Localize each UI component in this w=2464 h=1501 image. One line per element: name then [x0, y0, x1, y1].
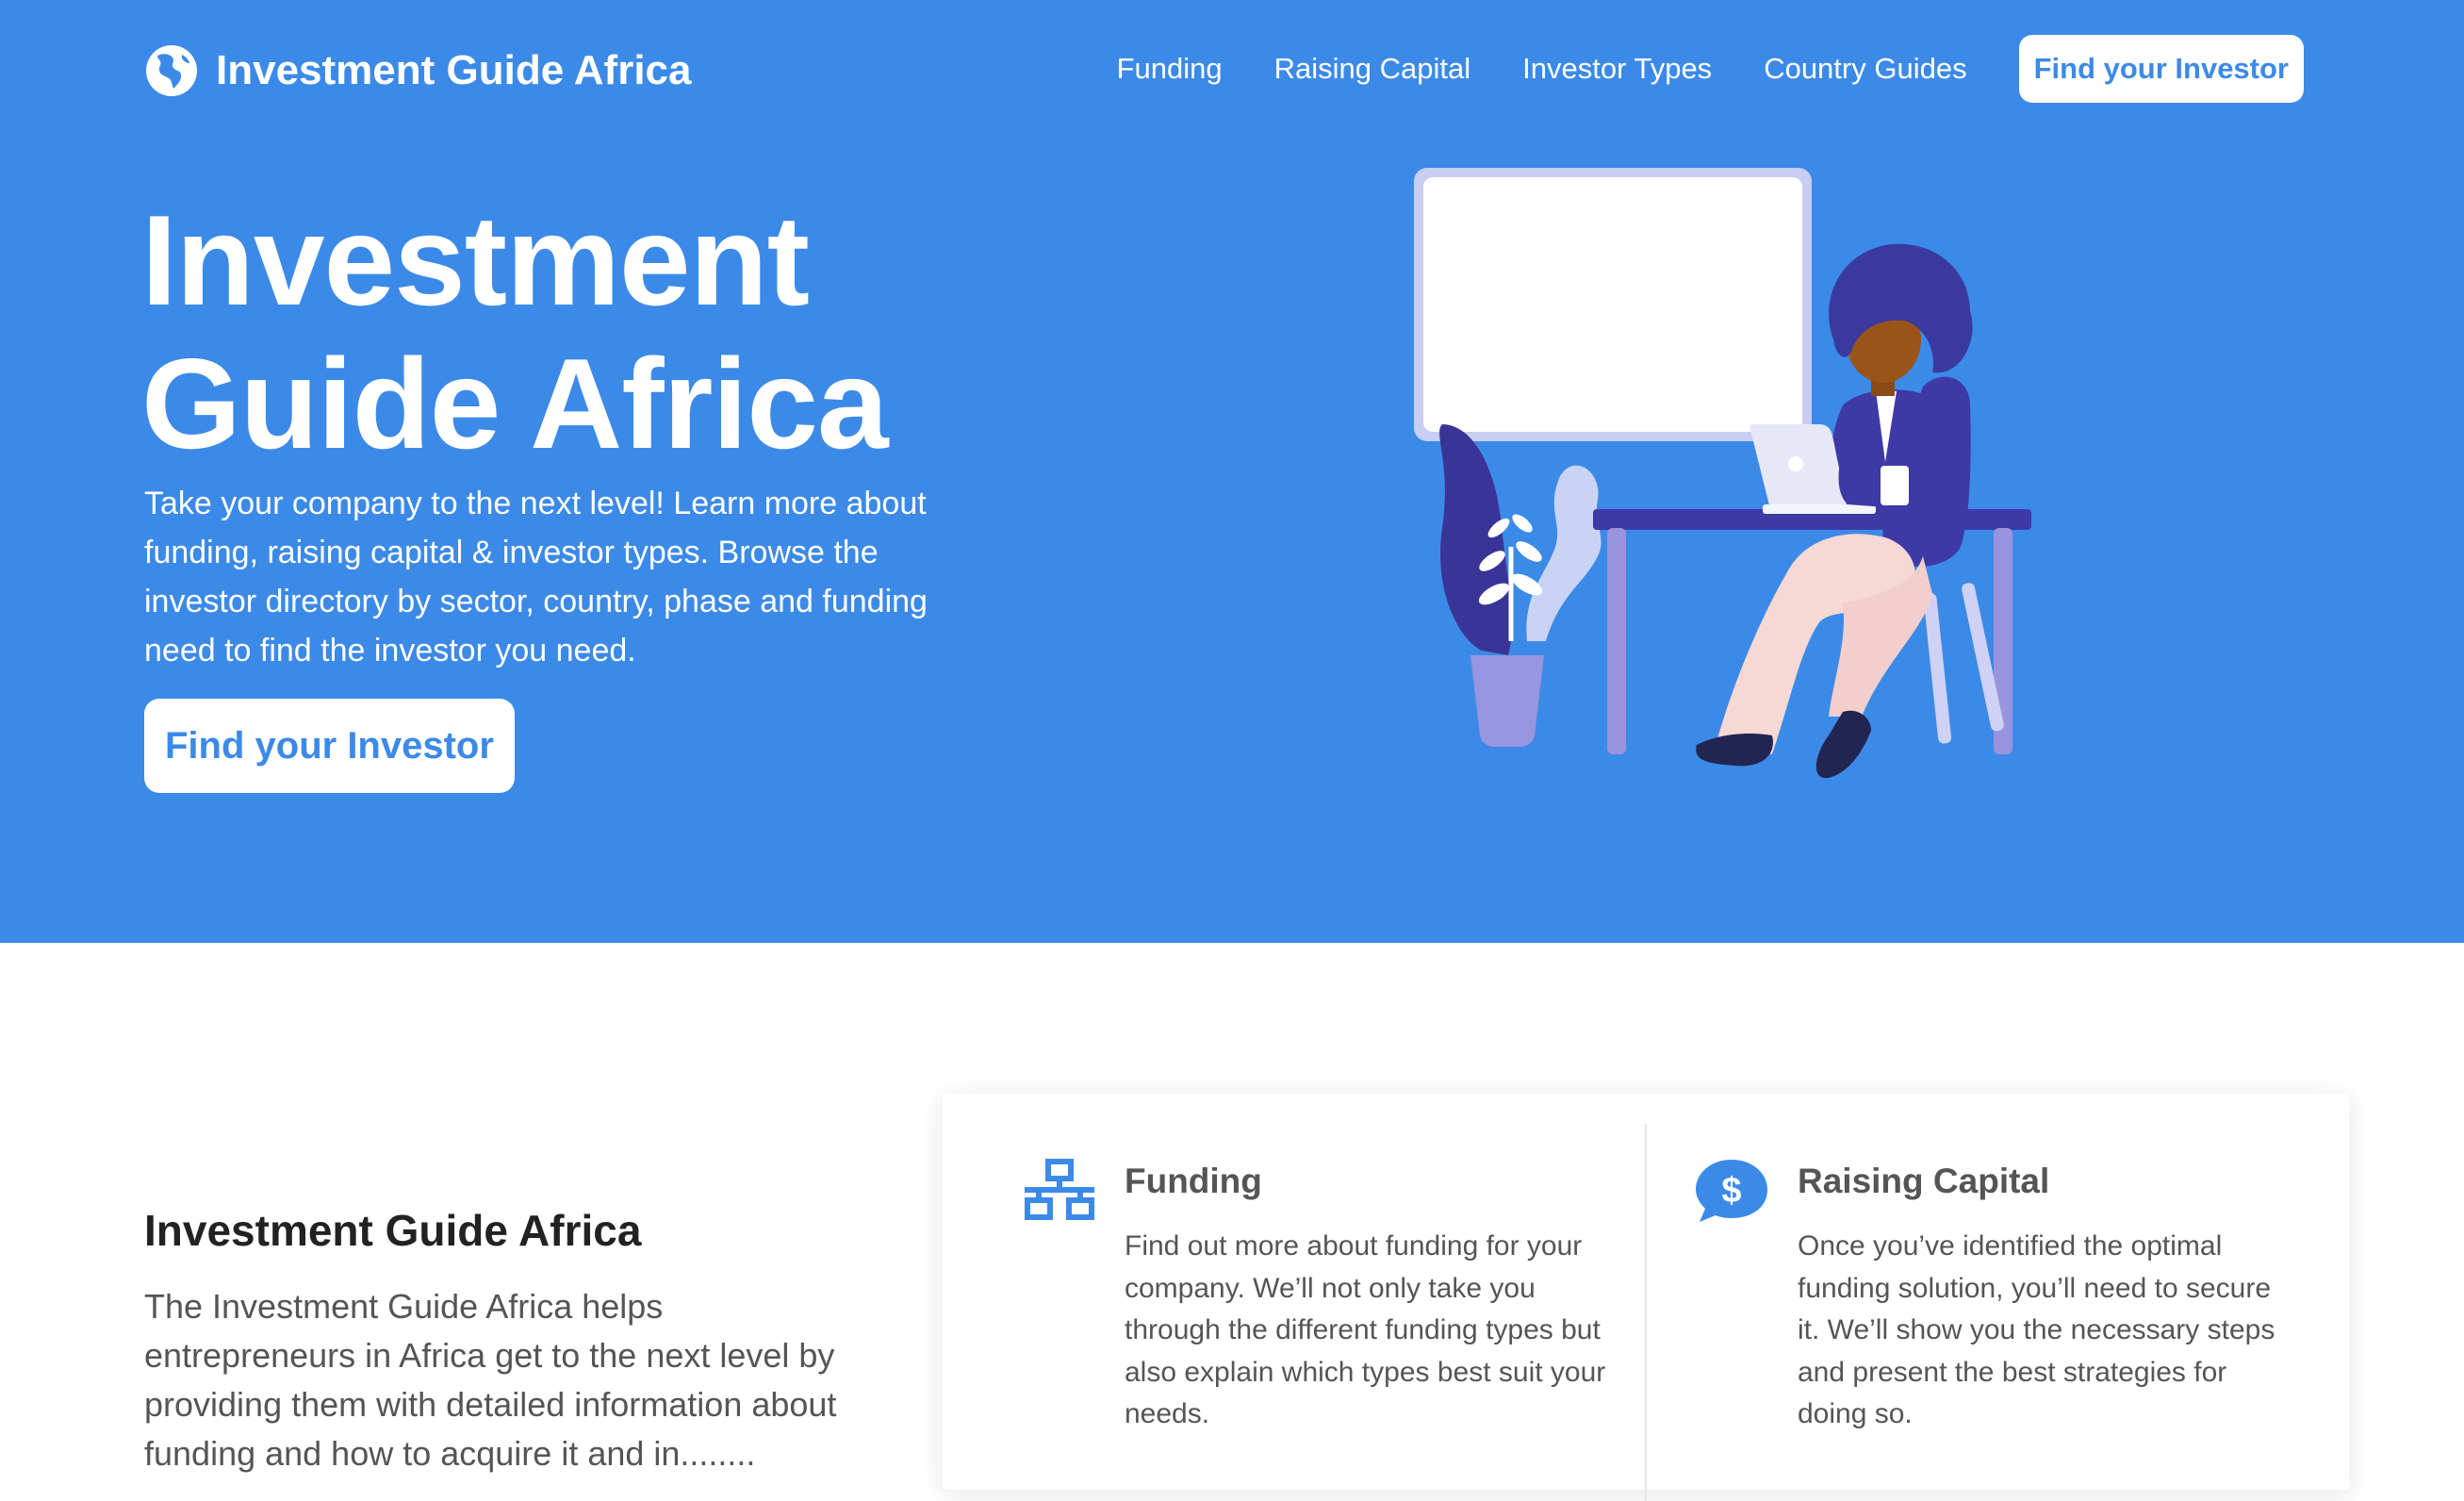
card-text-raising-capital: Once you’ve identified the optimal fundi…: [1798, 1230, 2275, 1429]
card-title-raising-capital: Raising Capital: [1798, 1162, 2050, 1200]
dollar-speech-bubble-icon: $: [1696, 1160, 1767, 1222]
hero-title: Investment Guide Africa: [141, 189, 889, 475]
intro-text: The Investment Guide Africa helps entrep…: [144, 1287, 837, 1473]
site-logo[interactable]: Investment Guide Africa: [144, 42, 692, 99]
intro-title: Investment Guide Africa: [144, 1206, 642, 1255]
card-divider: [1645, 1124, 1647, 1501]
hero-subtitle: Take your company to the next level! Lea…: [144, 486, 928, 668]
main-nav: Funding Raising Capital Investor Types C…: [1065, 35, 2304, 103]
hero-section: Investment Guide Africa Funding Raising …: [0, 0, 2464, 943]
nav-find-investor-button[interactable]: Find your Investor: [2018, 35, 2304, 103]
woman-at-desk-illustration: [1414, 168, 2031, 779]
nav-item-investor-types[interactable]: Investor Types: [1522, 52, 1712, 86]
globe-africa-icon: [146, 45, 197, 96]
network-sitemap-icon: [1025, 1159, 1094, 1220]
nav-item-country-guides[interactable]: Country Guides: [1764, 52, 1966, 86]
nav-item-funding[interactable]: Funding: [1117, 52, 1223, 86]
hero-find-investor-button[interactable]: Find your Investor: [144, 699, 515, 793]
nav-item-raising-capital[interactable]: Raising Capital: [1274, 52, 1471, 86]
card-title-funding: Funding: [1125, 1162, 1262, 1200]
brand-name: Investment Guide Africa: [216, 47, 692, 93]
svg-text:$: $: [1721, 1171, 1741, 1211]
feature-cards: Funding Find out more about funding for …: [943, 1094, 2349, 1501]
card-text-funding: Find out more about funding for your com…: [1125, 1230, 1606, 1429]
